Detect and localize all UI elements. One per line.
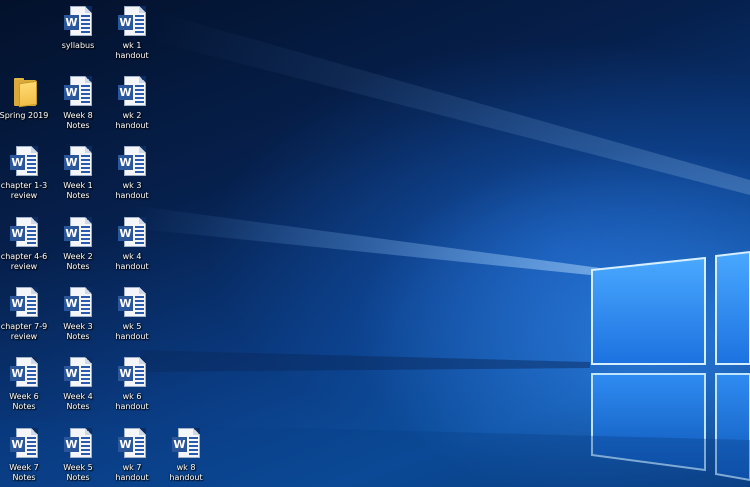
- desktop-document-icon-item[interactable]: Wchapter 1-3 review: [0, 144, 52, 210]
- icon-label: chapter 7-9 review: [0, 322, 48, 341]
- icon-label: syllabus: [61, 41, 95, 50]
- word-document-icon: W: [118, 287, 146, 319]
- word-document-icon: W: [10, 287, 38, 319]
- word-badge: W: [64, 296, 79, 311]
- word-document-icon: W: [172, 428, 200, 460]
- desktop-document-icon-item[interactable]: Wwk 2 handout: [104, 74, 160, 140]
- word-document-icon: W: [118, 76, 146, 108]
- folder-icon: [10, 78, 38, 108]
- word-badge: W: [64, 155, 79, 170]
- icon-label: Week 3 Notes: [63, 322, 93, 341]
- word-document-icon: W: [10, 357, 38, 389]
- word-badge: W: [10, 296, 25, 311]
- desktop-document-icon-item[interactable]: W Week 3 Notes: [50, 285, 106, 351]
- desktop-document-icon-item[interactable]: Wwk 6 handout: [104, 355, 160, 421]
- icon-label: Week 1 Notes: [63, 181, 93, 200]
- desktop-document-icon-item[interactable]: Wwk 5 handout: [104, 285, 160, 351]
- desktop-document-icon-item[interactable]: Wchapter 7-9 review: [0, 285, 52, 351]
- icon-label: wk 4 handout: [115, 252, 149, 271]
- desktop-document-icon-item[interactable]: Wwk 7 handout: [104, 426, 160, 487]
- word-badge: W: [118, 15, 133, 30]
- icon-label: wk 2 handout: [115, 111, 149, 130]
- icon-label: wk 1 handout: [115, 41, 149, 60]
- word-badge: W: [118, 366, 133, 381]
- desktop-document-icon-item[interactable]: Wwk 3 handout: [104, 144, 160, 210]
- word-badge: W: [64, 366, 79, 381]
- desktop-document-icon-item[interactable]: Wwk 4 handout: [104, 215, 160, 281]
- word-document-icon: W: [64, 217, 92, 249]
- word-badge: W: [64, 85, 79, 100]
- word-document-icon: W: [64, 146, 92, 178]
- desktop-document-icon-item[interactable]: Wwk 8 handout: [158, 426, 214, 487]
- desktop[interactable]: Wsyllabus Wwk 1 handout Spring 2019 W Week 8…: [0, 0, 750, 487]
- word-document-icon: W: [64, 428, 92, 460]
- word-badge: W: [10, 155, 25, 170]
- icon-label: chapter 1-3 review: [0, 181, 48, 200]
- word-badge: W: [64, 15, 79, 30]
- word-document-icon: W: [118, 146, 146, 178]
- word-document-icon: W: [118, 6, 146, 38]
- word-badge: W: [64, 437, 79, 452]
- word-badge: W: [118, 85, 133, 100]
- icon-label: wk 3 handout: [115, 181, 149, 200]
- word-badge: W: [10, 226, 25, 241]
- word-badge: W: [118, 155, 133, 170]
- word-document-icon: W: [10, 428, 38, 460]
- desktop-document-icon-item[interactable]: W Week 7 Notes: [0, 426, 52, 487]
- desktop-document-icon-item[interactable]: W Week 2 Notes: [50, 215, 106, 281]
- word-document-icon: W: [118, 428, 146, 460]
- word-document-icon: W: [118, 217, 146, 249]
- icon-label: Week 8 Notes: [63, 111, 93, 130]
- icon-label: Week 5 Notes: [63, 463, 93, 482]
- icon-label: Week 6 Notes: [9, 392, 39, 411]
- icon-label: Week 4 Notes: [63, 392, 93, 411]
- icon-label: wk 7 handout: [115, 463, 149, 482]
- desktop-folder-icon-item[interactable]: Spring 2019: [0, 74, 52, 140]
- icon-label: Spring 2019: [0, 111, 49, 120]
- word-badge: W: [118, 296, 133, 311]
- word-document-icon: W: [118, 357, 146, 389]
- word-badge: W: [10, 366, 25, 381]
- desktop-document-icon-item[interactable]: Wwk 1 handout: [104, 4, 160, 70]
- word-badge: W: [172, 437, 187, 452]
- word-badge: W: [10, 437, 25, 452]
- word-document-icon: W: [64, 357, 92, 389]
- word-badge: W: [118, 437, 133, 452]
- desktop-document-icon-item[interactable]: Wchapter 4-6 review: [0, 215, 52, 281]
- word-document-icon: W: [64, 76, 92, 108]
- word-document-icon: W: [10, 146, 38, 178]
- word-document-icon: W: [64, 287, 92, 319]
- icon-label: wk 5 handout: [115, 322, 149, 341]
- word-badge: W: [118, 226, 133, 241]
- icon-label: wk 6 handout: [115, 392, 149, 411]
- icon-label: wk 8 handout: [169, 463, 203, 482]
- desktop-document-icon-item[interactable]: W Week 5 Notes: [50, 426, 106, 487]
- desktop-document-icon-item[interactable]: W Week 8 Notes: [50, 74, 106, 140]
- icon-label: Week 2 Notes: [63, 252, 93, 271]
- word-document-icon: W: [10, 217, 38, 249]
- icon-label: chapter 4-6 review: [0, 252, 48, 271]
- desktop-document-icon-item[interactable]: W Week 1 Notes: [50, 144, 106, 210]
- word-document-icon: W: [64, 6, 92, 38]
- desktop-document-icon-item[interactable]: W Week 4 Notes: [50, 355, 106, 421]
- desktop-document-icon-item[interactable]: W Week 6 Notes: [0, 355, 52, 421]
- desktop-document-icon-item[interactable]: Wsyllabus: [50, 4, 106, 70]
- word-badge: W: [64, 226, 79, 241]
- icon-label: Week 7 Notes: [9, 463, 39, 482]
